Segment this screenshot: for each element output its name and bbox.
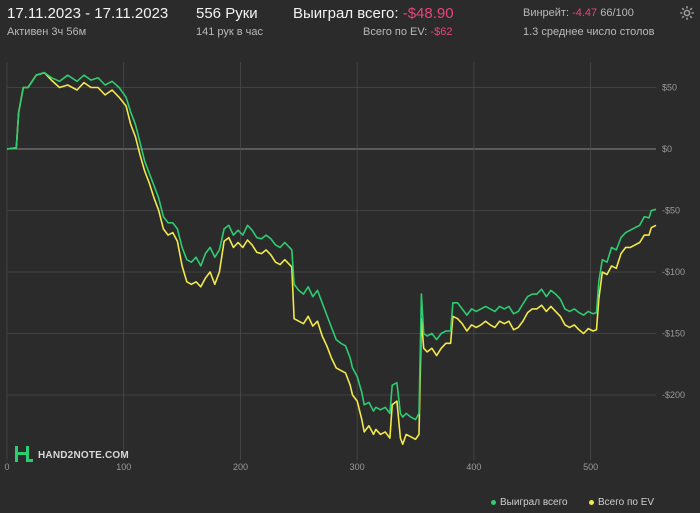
chart-lines [6, 71, 657, 445]
logo-text: HAND2NOTE.COM [38, 450, 129, 461]
x-tick-label: 100 [116, 462, 131, 472]
y-tick-label: $50 [662, 83, 677, 93]
legend-won[interactable]: Выиграл всего [491, 497, 568, 508]
chart-grid [6, 62, 656, 460]
y-tick-label: -$200 [662, 390, 685, 400]
y-tick-label: $0 [662, 144, 672, 154]
x-tick-label: 500 [583, 462, 598, 472]
x-axis-labels: 0 100 200 300 400 500 [4, 462, 598, 472]
legend-ev[interactable]: Всего по EV [589, 497, 654, 508]
series-line-won [6, 71, 657, 421]
y-tick-label: -$50 [662, 206, 680, 216]
y-tick-label: -$150 [662, 329, 685, 339]
legend-ev-dot-icon [589, 499, 594, 505]
x-tick-label: 200 [233, 462, 248, 472]
x-tick-label: 300 [350, 462, 365, 472]
legend-won-dot-icon [491, 499, 496, 505]
y-tick-label: -$100 [662, 267, 685, 277]
hand2note-logo-icon [15, 446, 33, 462]
legend-won-label: Выиграл всего [500, 497, 568, 508]
series-line-ev [6, 71, 657, 445]
profit-graph: $50 $0 -$50 -$100 -$150 -$200 0 100 200 300 400 50… [4, 62, 685, 472]
legend-ev-label: Всего по EV [598, 497, 655, 508]
y-axis-labels: $50 $0 -$50 -$100 -$150 -$200 [662, 83, 685, 401]
x-tick-label: 400 [466, 462, 481, 472]
x-tick-label: 0 [4, 462, 9, 472]
